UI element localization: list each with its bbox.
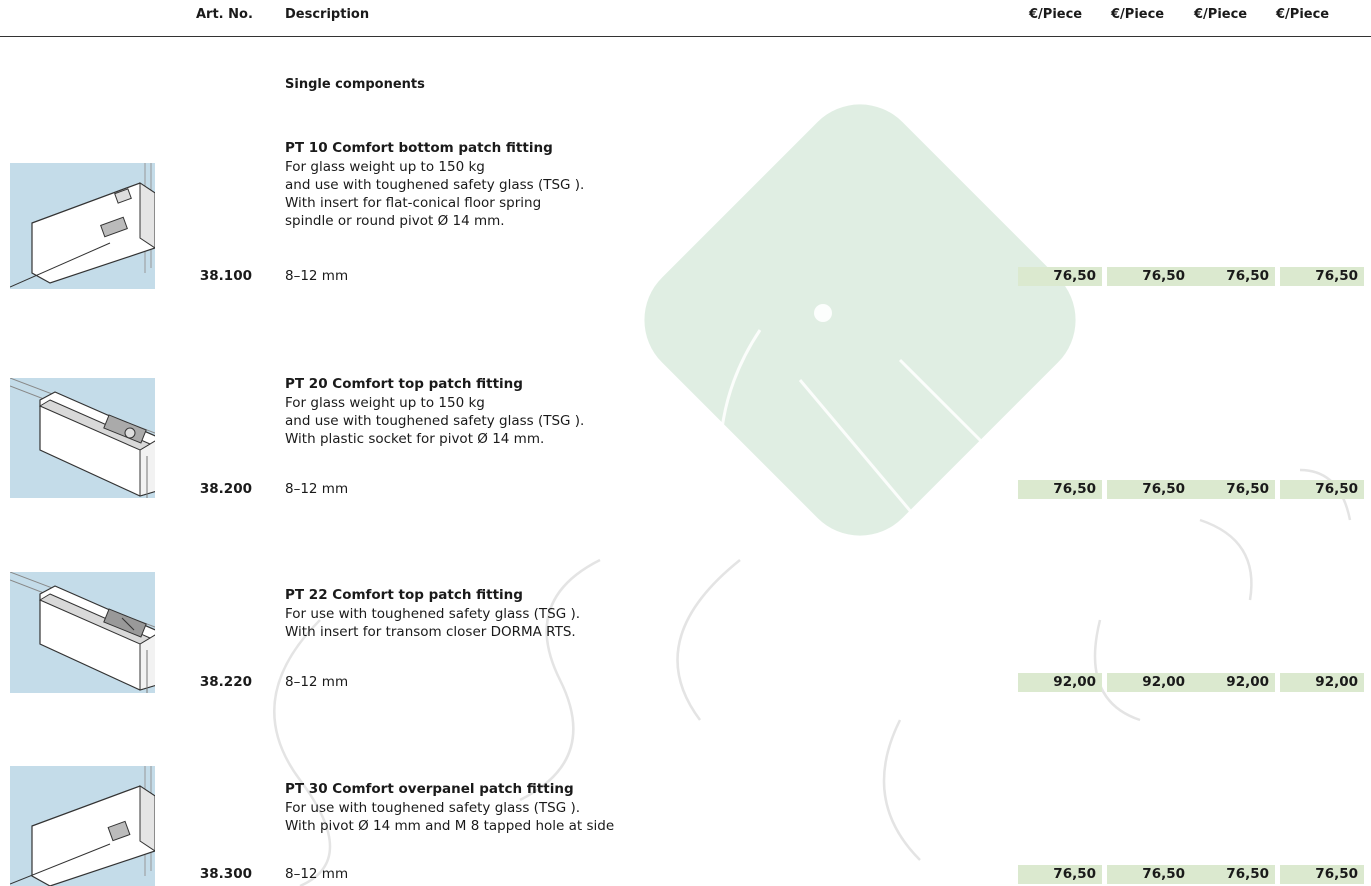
- description-line: For glass weight up to 150 kg: [285, 395, 485, 411]
- price-cell: 92,00: [1107, 673, 1191, 692]
- product-name: PT 30 Comfort overpanel patch fitting: [285, 781, 574, 797]
- description-line: For use with toughened safety glass (TSG…: [285, 800, 581, 816]
- header-price-1: €/Piece: [1029, 7, 1083, 22]
- price-cell: 76,50: [1018, 865, 1102, 884]
- patch-fitting-image: [10, 766, 155, 886]
- article-number: 38.220: [199, 674, 252, 690]
- header-art-no: Art. No.: [196, 7, 253, 22]
- price-cell: 76,50: [1107, 267, 1191, 286]
- glass-thickness-spec: 8–12 mm: [285, 268, 349, 284]
- glass-thickness-spec: 8–12 mm: [285, 674, 349, 690]
- product-description: For glass weight up to 150 kg and use wi…: [285, 158, 584, 230]
- header-price-3: €/Piece: [1194, 7, 1248, 22]
- price-cell: 76,50: [1018, 267, 1102, 286]
- price-cell: 92,00: [1018, 673, 1102, 692]
- watermark: [273, 104, 1352, 886]
- description-line: For glass weight up to 150 kg: [285, 159, 485, 175]
- product-description: For use with toughened safety glass (TSG…: [285, 799, 614, 835]
- description-line: and use with toughened safety glass (TSG…: [285, 177, 585, 193]
- price-cell: 76,50: [1107, 480, 1191, 499]
- patch-fitting-image: [10, 163, 155, 289]
- article-number: 38.300: [199, 866, 252, 882]
- article-number: 38.100: [199, 268, 252, 284]
- article-number: 38.200: [199, 481, 252, 497]
- product-description: For glass weight up to 150 kg and use wi…: [285, 394, 584, 448]
- description-line: For use with toughened safety glass (TSG…: [285, 606, 581, 622]
- header-price-2: €/Piece: [1111, 7, 1165, 22]
- glass-thickness-spec: 8–12 mm: [285, 481, 349, 497]
- description-line: and use with toughened safety glass (TSG…: [285, 413, 585, 429]
- description-line: With pivot Ø 14 mm and M 8 tapped hole a…: [285, 818, 615, 834]
- price-cell: 76,50: [1191, 865, 1275, 884]
- description-line: With insert for flat-conical floor sprin…: [285, 195, 542, 211]
- price-cell: 76,50: [1280, 267, 1364, 286]
- glass-thickness-spec: 8–12 mm: [285, 866, 349, 882]
- product-name: PT 10 Comfort bottom patch fitting: [285, 140, 553, 156]
- description-line: spindle or round pivot Ø 14 mm.: [285, 213, 505, 229]
- price-cell: 76,50: [1191, 267, 1275, 286]
- patch-fitting-image: [10, 572, 155, 693]
- description-line: With plastic socket for pivot Ø 14 mm.: [285, 431, 545, 447]
- product-name: PT 20 Comfort top patch fitting: [285, 376, 523, 392]
- patch-fitting-image: [10, 378, 155, 498]
- price-cell: 92,00: [1280, 673, 1364, 692]
- price-cell: 76,50: [1280, 865, 1364, 884]
- price-cell: 76,50: [1018, 480, 1102, 499]
- product-name: PT 22 Comfort top patch fitting: [285, 587, 523, 603]
- description-line: With insert for transom closer DORMA RTS…: [285, 624, 576, 640]
- header-price-4: €/Piece: [1276, 7, 1330, 22]
- section-title: Single components: [285, 77, 425, 92]
- price-cell: 76,50: [1280, 480, 1364, 499]
- table-header: Art. No. Description €/Piece €/Piece €/P…: [0, 0, 1371, 37]
- product-description: For use with toughened safety glass (TSG…: [285, 605, 580, 641]
- price-cell: 76,50: [1107, 865, 1191, 884]
- price-cell: 76,50: [1191, 480, 1275, 499]
- price-cell: 92,00: [1191, 673, 1275, 692]
- header-description: Description: [285, 7, 370, 22]
